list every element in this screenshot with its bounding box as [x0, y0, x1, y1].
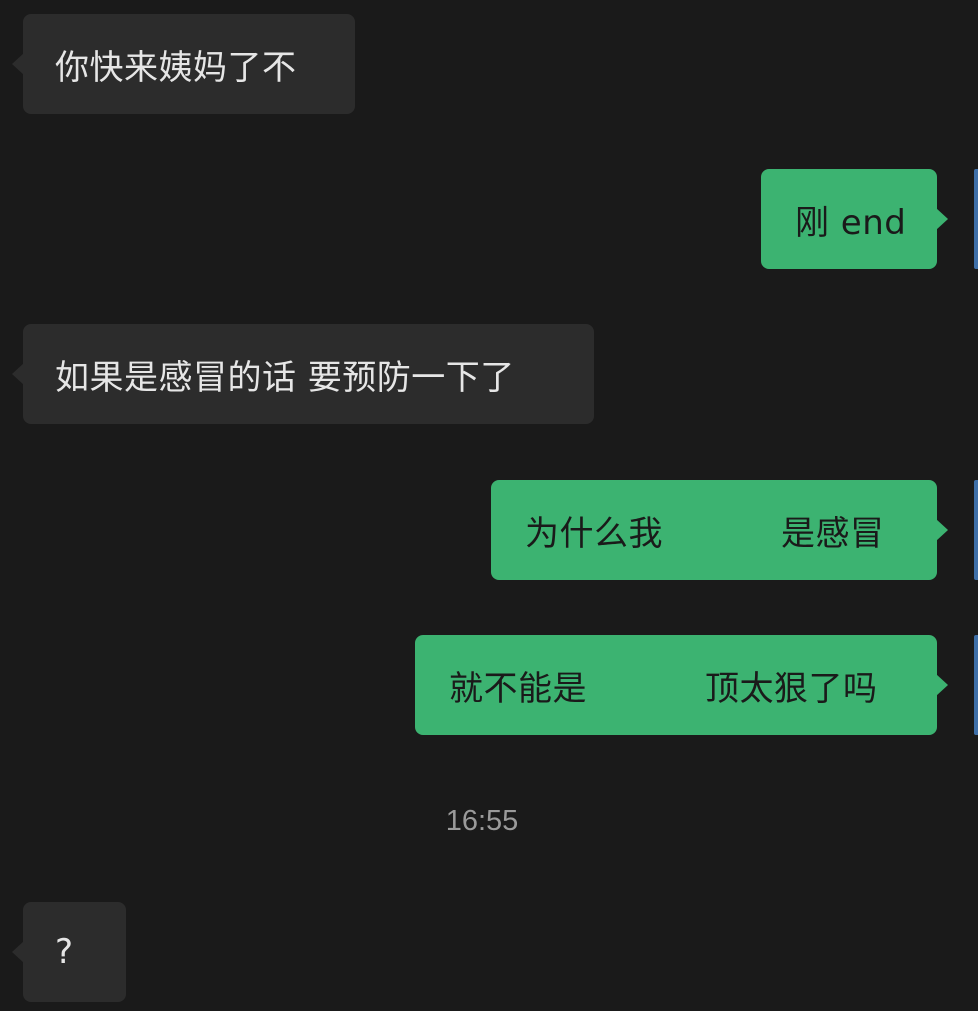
- self-avatar-edge[interactable]: [974, 169, 978, 269]
- outgoing-message-bubble[interactable]: 为什么我 是感冒: [491, 480, 948, 580]
- message-text: 你快来姨妈了不: [55, 47, 297, 88]
- outgoing-message-bubble[interactable]: 刚 end: [761, 169, 948, 269]
- message-text: ?: [55, 932, 74, 972]
- self-avatar-edge[interactable]: [974, 635, 978, 735]
- message-timestamp: 16:55: [445, 805, 519, 837]
- outgoing-message-bubble[interactable]: 就不能是 顶太狠了吗: [415, 635, 948, 735]
- message-text-part1: 就不能是: [449, 668, 587, 709]
- chat-area[interactable]: 你快来姨妈了不 刚 end 如果是感冒的话 要预防一下了 为什么我 是感冒 就不…: [0, 0, 978, 1011]
- incoming-message-bubble[interactable]: ?: [12, 902, 126, 1002]
- message-text: 刚 end: [795, 202, 907, 243]
- incoming-message-bubble[interactable]: 你快来姨妈了不: [12, 14, 355, 114]
- incoming-message-bubble[interactable]: 如果是感冒的话 要预防一下了: [12, 324, 594, 424]
- message-text-part1: 为什么我: [525, 513, 663, 554]
- message-text-part2: 是感冒: [781, 513, 885, 554]
- message-text: 如果是感冒的话 要预防一下了: [55, 357, 515, 398]
- message-text-part2: 顶太狠了吗: [705, 668, 878, 709]
- self-avatar-edge[interactable]: [974, 480, 978, 580]
